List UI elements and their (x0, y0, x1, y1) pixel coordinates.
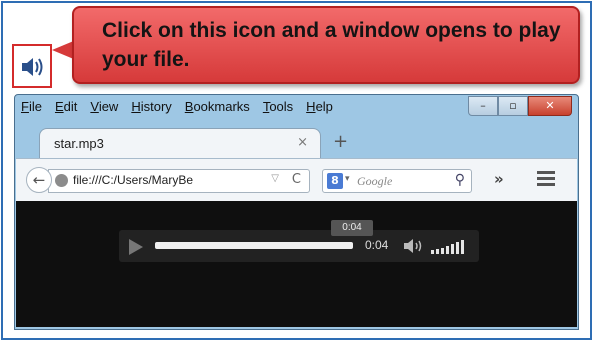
current-time: 0:04 (365, 238, 389, 252)
volume-bar (431, 250, 434, 254)
search-engine-dropdown-icon[interactable]: ▾ (345, 174, 350, 184)
menu-bookmarks[interactable]: Bookmarks (185, 99, 250, 121)
audio-player: 0:04 0:04 (119, 220, 479, 262)
play-icon[interactable] (129, 239, 143, 255)
seek-bar-fill (155, 242, 353, 249)
volume-bar (446, 246, 449, 254)
volume-bar (456, 242, 459, 254)
reload-icon[interactable]: C (292, 172, 301, 187)
menu-edit[interactable]: Edit (55, 99, 77, 121)
menubar: File Edit View History Bookmarks Tools H… (21, 99, 346, 121)
volume-bar (436, 249, 439, 254)
browser-window: File Edit View History Bookmarks Tools H… (14, 94, 579, 330)
volume-slider[interactable] (431, 240, 464, 254)
speaker-icon[interactable] (21, 56, 45, 78)
url-dropdown-icon[interactable]: ▽ (271, 173, 279, 184)
seek-bar[interactable] (155, 242, 353, 249)
navigation-bar: file:///C:/Users/MaryBe ▽ C ← 8 ▾ Google… (16, 158, 577, 201)
callout-text: Click on this icon and a window opens to… (102, 19, 561, 71)
overflow-chevron-icon[interactable]: » (494, 170, 504, 188)
search-engine-icon[interactable]: 8 (327, 173, 343, 189)
volume-bar (461, 240, 464, 254)
speaker-icon-highlight[interactable] (12, 44, 52, 88)
media-content-area: 0:04 0:04 (16, 201, 577, 327)
url-text[interactable]: file:///C:/Users/MaryBe (73, 173, 193, 187)
tab-star-mp3[interactable]: star.mp3 × (39, 128, 321, 158)
menu-file[interactable]: File (21, 99, 42, 121)
volume-icon[interactable] (403, 238, 425, 254)
maximize-button[interactable]: ▫ (498, 96, 528, 116)
back-button[interactable]: ← (26, 167, 52, 193)
minimize-button[interactable]: – (468, 96, 498, 116)
tab-close-icon[interactable]: × (297, 135, 308, 150)
time-tooltip: 0:04 (331, 220, 373, 236)
menu-view[interactable]: View (90, 99, 118, 121)
tab-title: star.mp3 (54, 136, 104, 151)
volume-bar (441, 248, 444, 254)
volume-bar (451, 244, 454, 254)
window-controls: – ▫ ✕ (468, 96, 572, 116)
search-icon[interactable]: ⚲ (455, 172, 465, 188)
search-input[interactable]: Google (357, 174, 392, 189)
callout-banner: Click on this icon and a window opens to… (72, 6, 580, 84)
globe-icon (55, 174, 68, 187)
url-bar[interactable]: file:///C:/Users/MaryBe ▽ C (48, 169, 310, 193)
menu-help[interactable]: Help (306, 99, 333, 121)
search-box[interactable]: 8 ▾ Google ⚲ (322, 169, 472, 193)
hamburger-menu-icon[interactable] (537, 171, 555, 189)
close-button[interactable]: ✕ (528, 96, 572, 116)
menu-tools[interactable]: Tools (263, 99, 293, 121)
new-tab-button[interactable]: + (333, 131, 348, 152)
menu-history[interactable]: History (131, 99, 171, 121)
